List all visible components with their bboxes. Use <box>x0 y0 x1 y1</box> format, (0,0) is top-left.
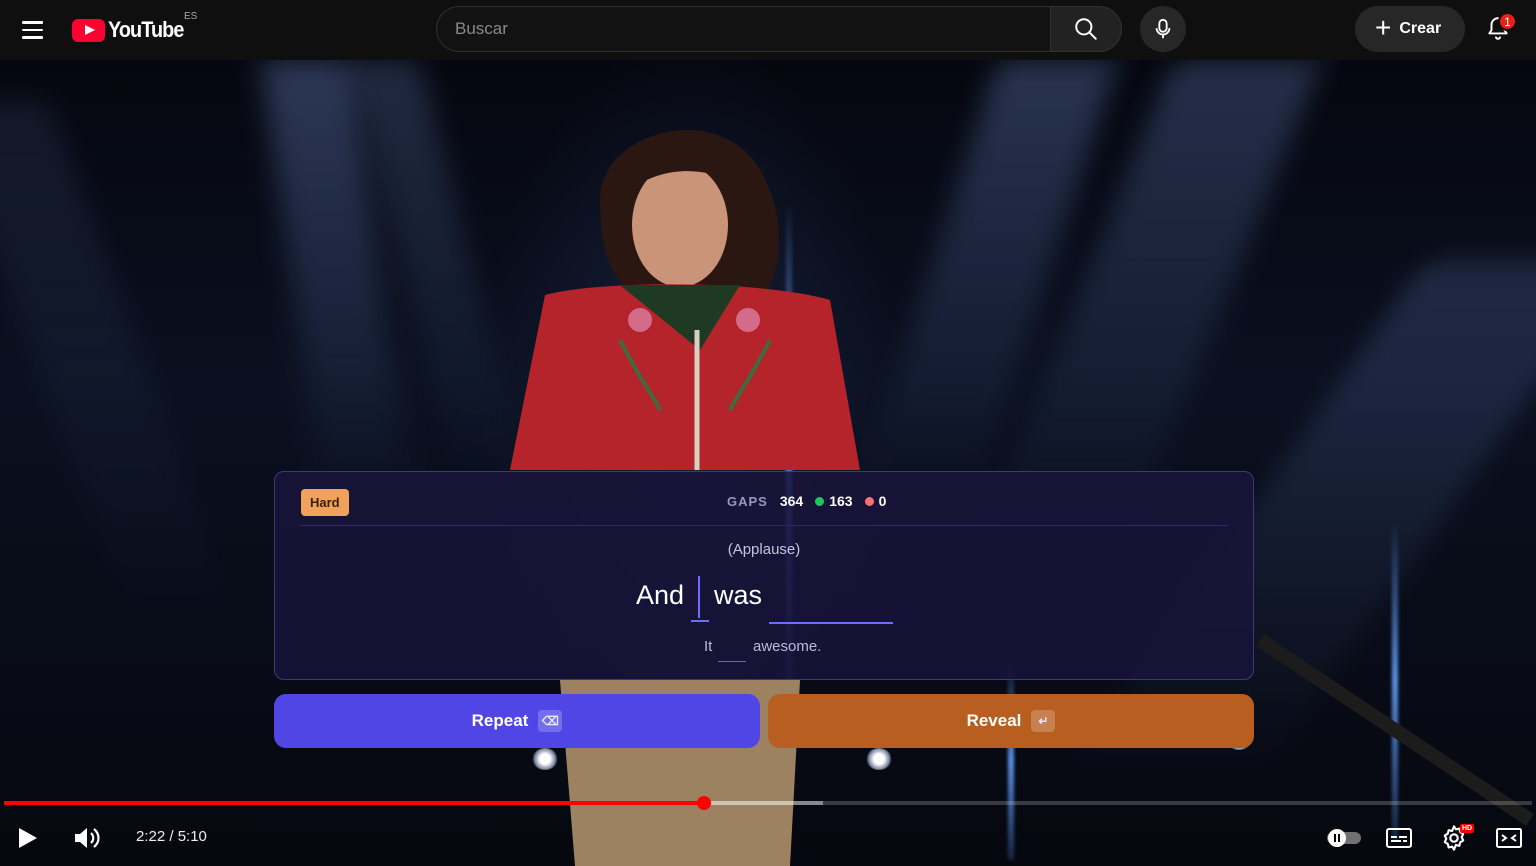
region-code: ES <box>184 11 198 22</box>
wrong-count: 0 <box>878 493 887 509</box>
stage-rail <box>1256 634 1534 826</box>
stats-label: GAPS <box>727 493 768 509</box>
difficulty-badge[interactable]: Hard <box>301 489 349 516</box>
gap-input-cursor[interactable] <box>698 576 700 618</box>
correct-count: 163 <box>829 493 853 509</box>
enter-key-icon: ↵ <box>1031 710 1056 732</box>
reveal-label: Reveal <box>966 711 1022 730</box>
create-label: Crear <box>1399 20 1442 37</box>
correct-dot-icon <box>815 496 825 506</box>
microphone-icon <box>1155 18 1171 39</box>
youtube-logo-icon <box>72 18 105 42</box>
theater-mode-button[interactable] <box>1492 818 1526 858</box>
menu-icon[interactable] <box>12 10 52 50</box>
autoplay-toggle-icon <box>1327 829 1361 847</box>
create-button[interactable]: + Crear <box>1355 6 1465 52</box>
time-display: 2:22 / 5:10 <box>136 828 207 845</box>
search-button[interactable] <box>1050 6 1122 52</box>
play-icon <box>19 828 37 848</box>
logo-text: YouTube <box>108 17 184 42</box>
repeat-label: Repeat <box>471 711 529 730</box>
divider <box>299 525 1229 526</box>
notification-count-badge: 1 <box>1498 12 1517 31</box>
sentence-word: was <box>714 580 763 610</box>
total-gaps: 364 <box>779 493 804 509</box>
volume-icon <box>75 828 100 848</box>
youtube-logo[interactable]: YouTube <box>72 16 192 44</box>
gap-underline[interactable] <box>769 622 893 624</box>
play-button[interactable] <box>10 818 46 858</box>
previous-line: (Applause) <box>727 541 801 558</box>
hint-gap <box>718 661 746 662</box>
reveal-button[interactable]: Reveal ↵ <box>768 694 1254 748</box>
video-player[interactable] <box>0 60 1536 866</box>
search-box <box>436 6 1050 52</box>
autoplay-toggle[interactable] <box>1324 818 1364 858</box>
wrong-dot-icon <box>864 496 874 506</box>
gap-underline[interactable] <box>691 620 709 622</box>
subtitles-button[interactable] <box>1382 818 1416 858</box>
voice-search-button[interactable] <box>1140 6 1186 52</box>
search-input[interactable] <box>455 19 1050 39</box>
search-icon <box>1075 18 1097 40</box>
masthead: YouTube ES + Crear 1 <box>0 0 1536 60</box>
repeat-button[interactable]: Repeat ⌫ <box>274 694 760 748</box>
hd-icon: HD <box>1460 824 1475 833</box>
gap-stats: GAPS 364 163 0 <box>727 493 898 509</box>
plus-icon: + <box>1375 11 1392 43</box>
settings-button[interactable]: HD <box>1436 818 1475 858</box>
subtitles-icon <box>1386 828 1412 848</box>
hint-word: awesome. <box>753 638 822 655</box>
backspace-key-icon: ⌫ <box>538 710 563 732</box>
volume-button[interactable] <box>68 818 104 858</box>
progress-played <box>4 801 704 805</box>
sentence-word: And <box>636 580 685 610</box>
hint-word: It <box>704 638 713 655</box>
progress-scrubber[interactable] <box>696 796 711 810</box>
theater-mode-icon <box>1496 828 1522 848</box>
dictation-card: Hard GAPS 364 163 0 (Applause) And was I… <box>274 471 1254 680</box>
